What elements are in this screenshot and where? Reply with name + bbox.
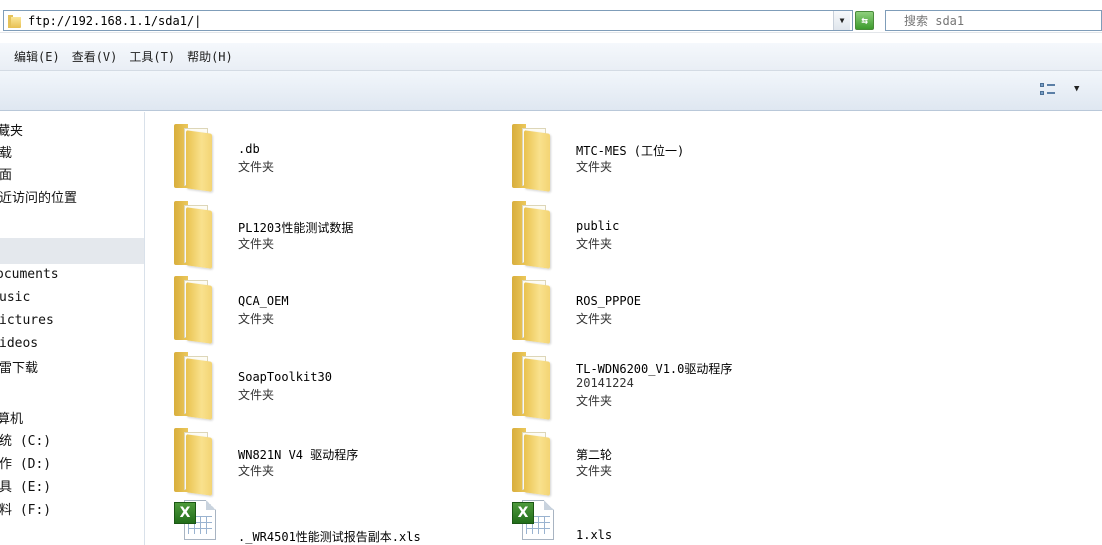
address-path[interactable]: ftp://192.168.1.1/sda1/| xyxy=(28,14,201,28)
item-name: WN821N V4 驱动程序 xyxy=(238,448,359,462)
folder-icon xyxy=(508,201,556,269)
folder-icon xyxy=(170,201,218,269)
search-box[interactable] xyxy=(885,10,1102,31)
folder-icon xyxy=(508,428,556,496)
file-item[interactable]: X 1.xls xyxy=(484,498,804,545)
item-name: TL-WDN6200_V1.0驱动程序 xyxy=(576,362,733,376)
menu-view[interactable]: 查看(V) xyxy=(72,48,118,65)
item-name: PL1203性能测试数据 xyxy=(238,221,354,235)
folder-icon xyxy=(8,14,22,28)
item-type: 文件夹 xyxy=(238,312,275,326)
folder-icon xyxy=(508,352,556,420)
nav-pictures[interactable]: ictures xyxy=(0,313,54,328)
folder-item[interactable]: public 文件夹 xyxy=(484,189,804,269)
folder-icon xyxy=(508,124,556,192)
item-type: 文件夹 xyxy=(576,312,613,326)
address-dropdown-button[interactable]: ▼ xyxy=(833,11,850,30)
search-input[interactable] xyxy=(904,13,1084,28)
nav-computer[interactable]: 算机 xyxy=(0,408,23,427)
item-type: 文件夹 xyxy=(238,237,275,251)
folder-item[interactable]: SoapToolkit30 文件夹 xyxy=(146,340,466,420)
item-name: MTC-MES (工位一) xyxy=(576,144,685,158)
excel-file-icon: X xyxy=(170,500,218,540)
item-type: 文件夹 xyxy=(576,394,613,408)
folder-item[interactable]: TL-WDN6200_V1.0驱动程序 20141224 文件夹 xyxy=(484,340,804,420)
folder-item[interactable]: PL1203性能测试数据 文件夹 xyxy=(146,189,466,269)
folder-item[interactable]: MTC-MES (工位一) 文件夹 xyxy=(484,112,804,192)
folder-item[interactable]: ROS_PPPOE 文件夹 xyxy=(484,264,804,344)
nav-drive-e[interactable]: 具 (E:) xyxy=(0,476,51,495)
address-bar-row: ftp://192.168.1.1/sda1/| ▼ ⇆ xyxy=(0,0,1102,33)
file-list: .db 文件夹 MTC-MES (工位一) 文件夹 PL1203性能测试数据 文… xyxy=(146,112,1102,545)
folder-item[interactable]: .db 文件夹 xyxy=(146,112,466,192)
menu-bar: 编辑(E) 查看(V) 工具(T) 帮助(H) xyxy=(0,43,1102,71)
folder-item[interactable]: 第二轮 文件夹 xyxy=(484,416,804,496)
item-type: 文件夹 xyxy=(576,464,613,478)
item-name: QCA_OEM xyxy=(238,294,289,308)
item-type: 文件夹 xyxy=(238,464,275,478)
menu-edit[interactable]: 编辑(E) xyxy=(14,48,60,65)
item-type: 文件夹 xyxy=(238,160,275,174)
item-name: ROS_PPPOE xyxy=(576,294,642,308)
nav-downloads[interactable]: 载 xyxy=(0,142,12,161)
nav-section-divider xyxy=(0,238,144,264)
excel-file-icon: X xyxy=(508,500,556,540)
item-name: 1.xls xyxy=(576,528,613,542)
chevron-down-icon: ▼ xyxy=(839,16,845,25)
nav-music[interactable]: usic xyxy=(0,290,30,305)
nav-recent-places[interactable]: 近访问的位置 xyxy=(0,187,77,206)
folder-icon xyxy=(170,352,218,420)
address-field[interactable]: ftp://192.168.1.1/sda1/| xyxy=(3,10,853,31)
view-dropdown-icon[interactable]: ▼ xyxy=(1074,84,1079,94)
nav-videos[interactable]: ideos xyxy=(0,336,38,351)
item-name: ._WR4501性能测试报告副本.xls xyxy=(238,530,421,544)
folder-icon xyxy=(170,124,218,192)
item-name: SoapToolkit30 xyxy=(238,370,332,384)
refresh-button[interactable]: ⇆ xyxy=(855,11,874,30)
item-type: 文件夹 xyxy=(576,237,613,251)
nav-desktop[interactable]: 面 xyxy=(0,164,12,183)
nav-documents[interactable]: ocuments xyxy=(0,267,59,282)
item-type: 文件夹 xyxy=(576,160,613,174)
item-type: 文件夹 xyxy=(238,388,275,402)
nav-thunder-downloads[interactable]: 雷下载 xyxy=(0,357,38,376)
command-bar xyxy=(0,71,1102,111)
view-options-icon[interactable] xyxy=(1040,82,1056,98)
menu-help[interactable]: 帮助(H) xyxy=(187,48,233,65)
item-name: .db xyxy=(238,142,260,156)
navigation-pane: 藏夹 载 面 近访问的位置 ocuments usic ictures ideo… xyxy=(0,112,145,545)
folder-item[interactable]: WN821N V4 驱动程序 文件夹 xyxy=(146,416,466,496)
folder-item[interactable]: QCA_OEM 文件夹 xyxy=(146,264,466,344)
folder-icon xyxy=(508,276,556,344)
item-name: public xyxy=(576,219,620,233)
nav-favorites[interactable]: 藏夹 xyxy=(0,120,23,139)
menu-tools[interactable]: 工具(T) xyxy=(129,48,175,65)
nav-drive-f[interactable]: 料 (F:) xyxy=(0,499,51,518)
folder-icon xyxy=(170,428,218,496)
item-name-line2: 20141224 xyxy=(576,376,634,390)
item-name: 第二轮 xyxy=(576,448,613,462)
nav-drive-d[interactable]: 作 (D:) xyxy=(0,453,51,472)
refresh-icon: ⇆ xyxy=(861,14,868,27)
file-item[interactable]: X ._WR4501性能测试报告副本.xls xyxy=(146,498,466,545)
folder-icon xyxy=(170,276,218,344)
nav-drive-c[interactable]: 统 (C:) xyxy=(0,430,51,449)
